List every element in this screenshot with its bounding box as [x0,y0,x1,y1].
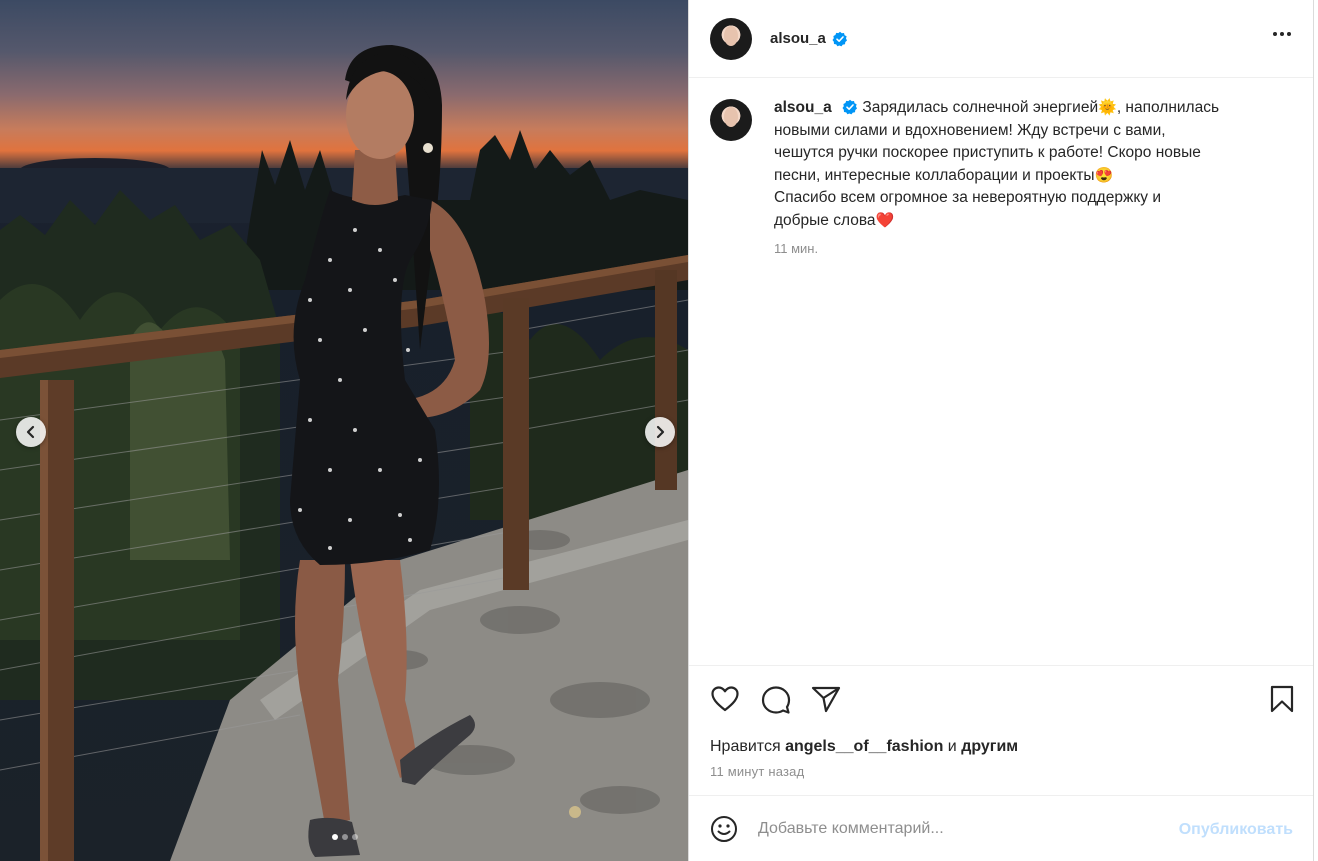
caption-line: , наполнилась [1116,99,1220,116]
verified-badge-icon [842,99,858,115]
likes-prefix: Нравится [710,738,781,755]
publish-button[interactable]: Опубликовать [1179,821,1293,839]
likes-conjunction: и [947,738,957,755]
author-avatar[interactable] [710,17,752,60]
post-header: alsou_a [689,0,1313,78]
caption-line: чешутся ручки поскорее приступить к рабо… [774,144,1201,162]
verified-badge-icon [832,31,847,46]
caption-line: песни, интересные коллаборации и проекты [774,166,1095,184]
heart-icon[interactable] [710,685,740,713]
carousel-dot [332,834,338,840]
heart-eyes-emoji: 😍 [1094,166,1114,184]
chevron-right-icon [656,425,665,439]
post-timestamp[interactable]: 11 минут назад [710,764,804,779]
bookmark-icon[interactable] [1269,685,1295,713]
emoji-smile-icon[interactable] [710,815,738,843]
caption-username[interactable]: alsou_a [774,99,832,116]
more-options-button[interactable] [1269,28,1295,40]
caption-author-avatar[interactable] [710,99,752,141]
comment-bar: Опубликовать [689,795,1313,861]
caption-line: добрые слова [774,211,876,229]
liked-by-others[interactable]: другим [961,738,1018,755]
post-actions: Нравится angels__of__fashion и другим 11… [689,665,1313,795]
caption-line: новыми силами и вдохновением! Жду встреч… [774,121,1166,139]
comment-input[interactable] [758,819,1158,838]
chevron-left-icon [26,425,35,439]
caption-timestamp[interactable]: 11 мин. [774,241,1274,256]
photo-scene [0,45,688,861]
author-username[interactable]: alsou_a [770,30,826,47]
more-horizontal-icon [1273,32,1277,36]
previous-slide-button[interactable] [16,417,46,447]
post-photo[interactable] [0,0,688,861]
comment-bubble-icon[interactable] [761,685,791,715]
caption-text: alsou_a Зарядилась солнечной энергией🌞, … [774,97,1274,233]
next-slide-button[interactable] [645,417,675,447]
post-caption: alsou_a Зарядилась солнечной энергией🌞, … [710,97,1290,256]
likes-summary: Нравится angels__of__fashion и другим [710,738,1018,756]
red-heart-emoji: ❤️ [875,211,895,229]
caption-line: Спасибо всем огромное за невероятную под… [774,189,1162,207]
send-icon[interactable] [811,685,841,713]
carousel-indicator [332,834,358,840]
carousel-dot [342,834,348,840]
caption-line: Зарядилась солнечной энергией [862,99,1099,116]
sun-emoji: 🌞 [1098,99,1117,116]
liked-by-user[interactable]: angels__of__fashion [785,738,943,755]
carousel-dot [352,834,358,840]
post-details-panel: alsou_a alsou_a Зарядилась солнечной эне… [688,0,1314,861]
